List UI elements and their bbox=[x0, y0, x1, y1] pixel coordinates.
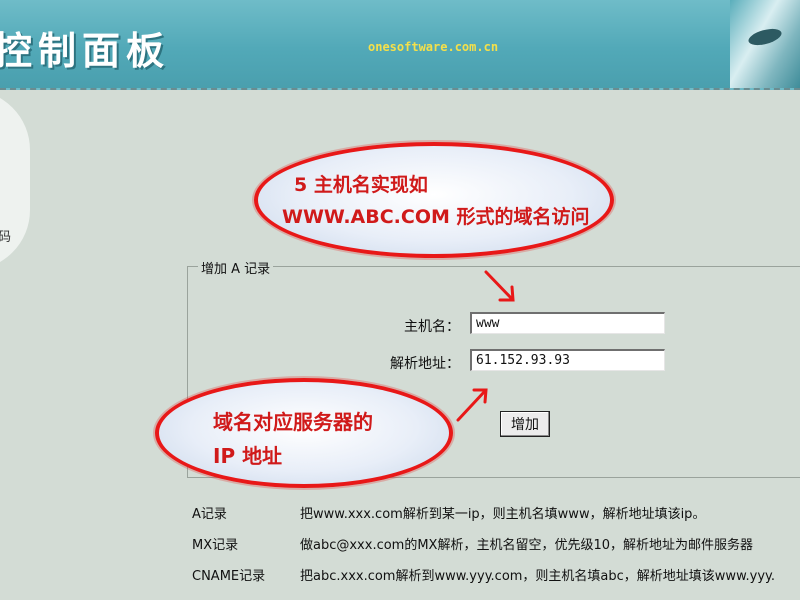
control-panel-header: 控制面板 onesoftware.com.cn bbox=[0, 0, 800, 90]
add-a-record-legend: 增加 A 记录 bbox=[198, 258, 274, 277]
resolve-address-label: 解析地址： bbox=[390, 356, 460, 372]
annotation-ip-line2: IP 地址 bbox=[213, 444, 283, 468]
annotation-bubble-ip: 域名对应服务器的 IP 地址 bbox=[155, 378, 453, 488]
record-type-cname: CNAME记录 bbox=[192, 569, 266, 584]
eye-icon bbox=[746, 25, 784, 49]
hostname-input[interactable] bbox=[470, 312, 665, 334]
hostname-label: 主机名： bbox=[404, 319, 460, 335]
left-panel-edge: 码 bbox=[0, 90, 30, 270]
annotation-hostname-line1: 5 主机名实现如 bbox=[294, 174, 428, 196]
record-type-a: A记录 bbox=[192, 507, 227, 522]
annotation-hostname-line2: WWW.ABC.COM 形式的域名访问 bbox=[282, 206, 590, 228]
record-type-mx: MX记录 bbox=[192, 538, 239, 553]
annotation-ip-line1: 域名对应服务器的 bbox=[213, 410, 373, 434]
header-decoration-image bbox=[730, 0, 800, 88]
resolve-address-input[interactable] bbox=[470, 349, 665, 371]
site-url: onesoftware.com.cn bbox=[368, 40, 499, 54]
record-desc-a: 把www.xxx.com解析到某一ip，则主机名填www，解析地址填该ip。 bbox=[300, 507, 706, 522]
left-panel-text: 码 bbox=[0, 230, 12, 245]
annotation-bubble-hostname: 5 主机名实现如 WWW.ABC.COM 形式的域名访问 bbox=[254, 142, 614, 258]
record-desc-mx: 做abc@xxx.com的MX解析，主机名留空，优先级10，解析地址为邮件服务器 bbox=[300, 538, 754, 553]
record-desc-cname: 把abc.xxx.com解析到www.yyy.com，则主机名填abc，解析地址… bbox=[300, 569, 775, 584]
control-panel-title: 控制面板 bbox=[0, 29, 171, 73]
add-record-button[interactable]: 增加 bbox=[500, 411, 550, 437]
